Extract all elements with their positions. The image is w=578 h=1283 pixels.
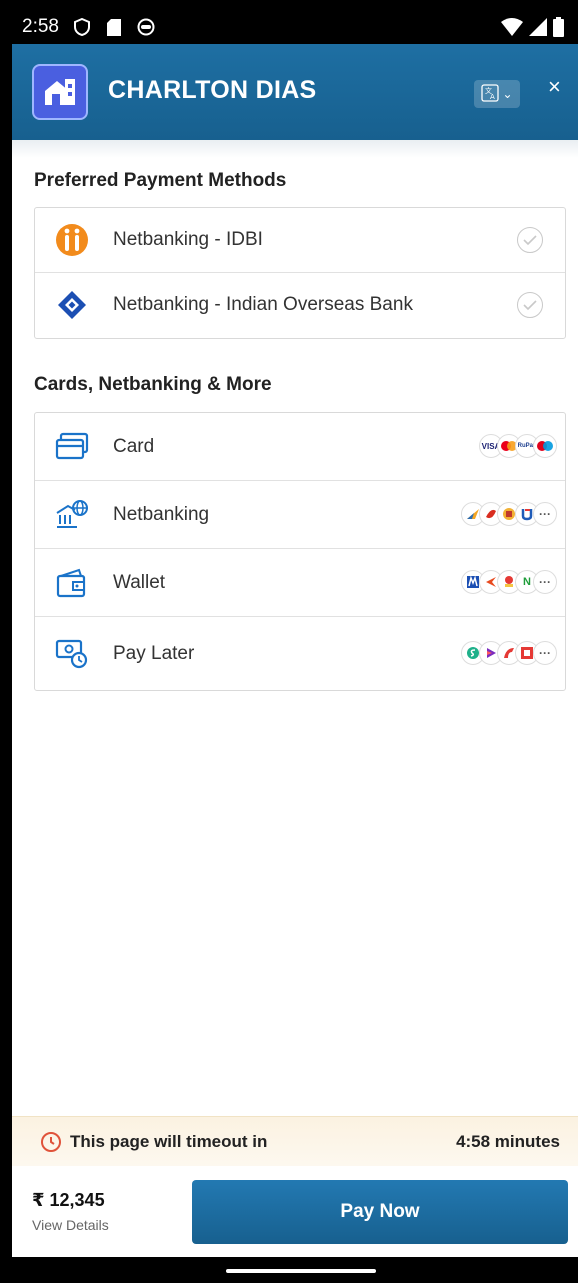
more-banks-icon: ··· [533, 502, 557, 526]
timeout-message: This page will timeout in [70, 1132, 268, 1151]
pay-later-icon [55, 636, 89, 670]
signal-icon [529, 18, 547, 41]
chevron-down-icon: ⌄ [502, 87, 513, 101]
bank-globe-icon [55, 498, 89, 532]
translate-icon: 文A [481, 83, 500, 105]
preferred-method-idbi[interactable]: Netbanking - IDBI [35, 208, 565, 273]
merchant-header: CHARLTON DIAS 文A ⌄ × [12, 44, 578, 140]
more-pay-later-icon: ··· [533, 641, 557, 665]
method-pay-later[interactable]: Pay Later ··· [35, 617, 565, 690]
card-network-logos: VISA RuPay [479, 434, 557, 458]
total-amount: ₹ 12,345 [32, 1190, 105, 1210]
wallet-logos: N ··· [461, 570, 557, 594]
preferred-method-iob[interactable]: Netbanking - Indian Overseas Bank [35, 273, 565, 338]
method-label: Wallet [113, 572, 166, 593]
method-wallet[interactable]: Wallet N ··· [35, 549, 565, 617]
method-label: Card [113, 436, 155, 457]
status-right [501, 17, 564, 42]
iob-bank-icon [55, 288, 89, 322]
checkout-footer: ₹ 12,345 View Details Pay Now [12, 1166, 578, 1257]
timeout-banner: This page will timeout in 4:58 minutes [12, 1116, 578, 1166]
method-label: Pay Later [113, 643, 195, 664]
smiley-icon [137, 18, 155, 36]
svg-text:A: A [490, 93, 495, 101]
check-icon [517, 227, 543, 253]
navigation-bar [0, 1257, 578, 1283]
pay-now-button[interactable]: Pay Now [192, 1180, 568, 1244]
bank-logos: ··· [461, 502, 557, 526]
payment-methods-list: Card VISA RuPay Netbanking ··· Wallet N … [34, 412, 566, 691]
method-card[interactable]: Card VISA RuPay [35, 413, 565, 481]
clock-icon [40, 1131, 62, 1158]
idbi-bank-icon [55, 223, 89, 257]
checkout-screen: 2:58 CHARLTON DIAS 文A ⌄ × Preferred Paym… [12, 10, 578, 1257]
sd-card-icon [105, 18, 123, 36]
merchant-logo-icon [32, 64, 88, 120]
shield-icon [73, 18, 91, 36]
check-icon [517, 292, 543, 318]
method-netbanking[interactable]: Netbanking ··· [35, 481, 565, 549]
pay-later-logos: ··· [461, 641, 557, 665]
more-wallets-icon: ··· [533, 570, 557, 594]
home-gesture-handle[interactable] [226, 1269, 376, 1273]
wallet-icon [55, 566, 89, 600]
more-methods-title: Cards, Netbanking & More [34, 374, 272, 395]
merchant-name: CHARLTON DIAS [108, 76, 317, 104]
status-time: 2:58 [22, 16, 59, 37]
preferred-methods-title: Preferred Payment Methods [34, 170, 287, 191]
battery-icon [553, 17, 564, 42]
status-bar: 2:58 [12, 10, 578, 44]
close-button[interactable]: × [548, 74, 561, 100]
wifi-icon [501, 18, 523, 41]
method-label: Netbanking [113, 504, 210, 525]
header-shadow [12, 140, 578, 158]
preferred-methods-list: Netbanking - IDBI Netbanking - Indian Ov… [34, 207, 566, 339]
language-selector[interactable]: 文A ⌄ [474, 80, 520, 108]
preferred-method-label: Netbanking - IDBI [113, 229, 263, 250]
preferred-method-label: Netbanking - Indian Overseas Bank [113, 294, 413, 315]
card-icon [55, 430, 89, 464]
maestro-logo-icon [533, 434, 557, 458]
timeout-countdown: 4:58 minutes [456, 1132, 560, 1151]
view-details-link[interactable]: View Details [32, 1217, 109, 1233]
